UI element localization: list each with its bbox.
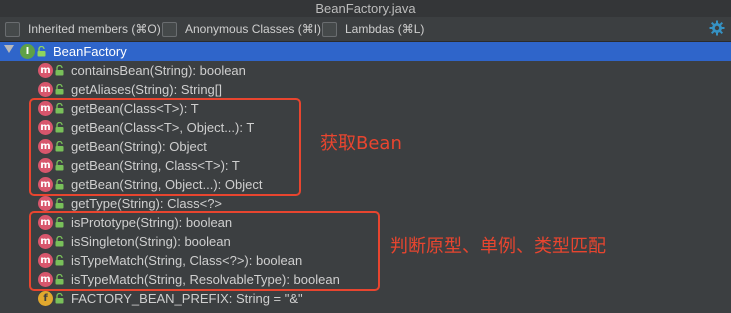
lambdas-toggle[interactable]: Lambdas (⌘L) [322, 21, 424, 37]
tree-member-label: FACTORY_BEAN_PREFIX: String = "&" [71, 291, 303, 306]
method-icon: m [38, 63, 53, 78]
public-access-icon [55, 293, 64, 304]
type-check-annotation: 判断原型、单例、类型匹配 [390, 236, 606, 257]
inherited-members-toggle[interactable]: Inherited members (⌘O) [5, 21, 161, 37]
tree-root-beanfactory[interactable]: I BeanFactory [0, 42, 731, 61]
tree-member-label: getAliases(String): String[] [71, 82, 223, 97]
window-title: BeanFactory.java [0, 0, 731, 17]
tree-member-label: getType(String): Class<?> [71, 196, 223, 211]
getbean-annotation: 获取Bean [320, 133, 402, 154]
method-icon: m [38, 82, 53, 97]
tree-root-label: BeanFactory [53, 44, 127, 59]
gear-icon[interactable] [709, 20, 725, 36]
getbean-highlight-box [29, 98, 301, 196]
unlock-icon [37, 46, 46, 57]
lambdas-label: Lambdas (⌘L) [345, 22, 425, 36]
interface-icon: I [20, 44, 35, 59]
method-icon: m [38, 196, 53, 211]
tree-member-row[interactable]: m getAliases(String): String[] [0, 80, 731, 99]
tree-member-row[interactable]: m containsBean(String): boolean [0, 61, 731, 80]
inherited-members-label: Inherited members (⌘O) [28, 22, 161, 36]
public-access-icon [55, 65, 64, 76]
tree-member-label: containsBean(String): boolean [71, 63, 246, 78]
public-access-icon [55, 198, 64, 209]
public-access-icon [55, 84, 64, 95]
tree-member-row[interactable]: f FACTORY_BEAN_PREFIX: String = "&" [0, 289, 731, 308]
anonymous-classes-toggle[interactable]: Anonymous Classes (⌘I) [162, 21, 321, 37]
anonymous-classes-checkbox[interactable] [162, 21, 177, 37]
inherited-members-checkbox[interactable] [5, 21, 20, 37]
type-check-highlight-box [29, 211, 380, 291]
anonymous-classes-label: Anonymous Classes (⌘I) [185, 22, 322, 36]
structure-toolbar: Inherited members (⌘O) Anonymous Classes… [0, 17, 731, 42]
lambdas-checkbox[interactable] [322, 21, 337, 37]
expand-arrow-icon[interactable] [4, 45, 14, 53]
field-icon: f [38, 291, 53, 306]
